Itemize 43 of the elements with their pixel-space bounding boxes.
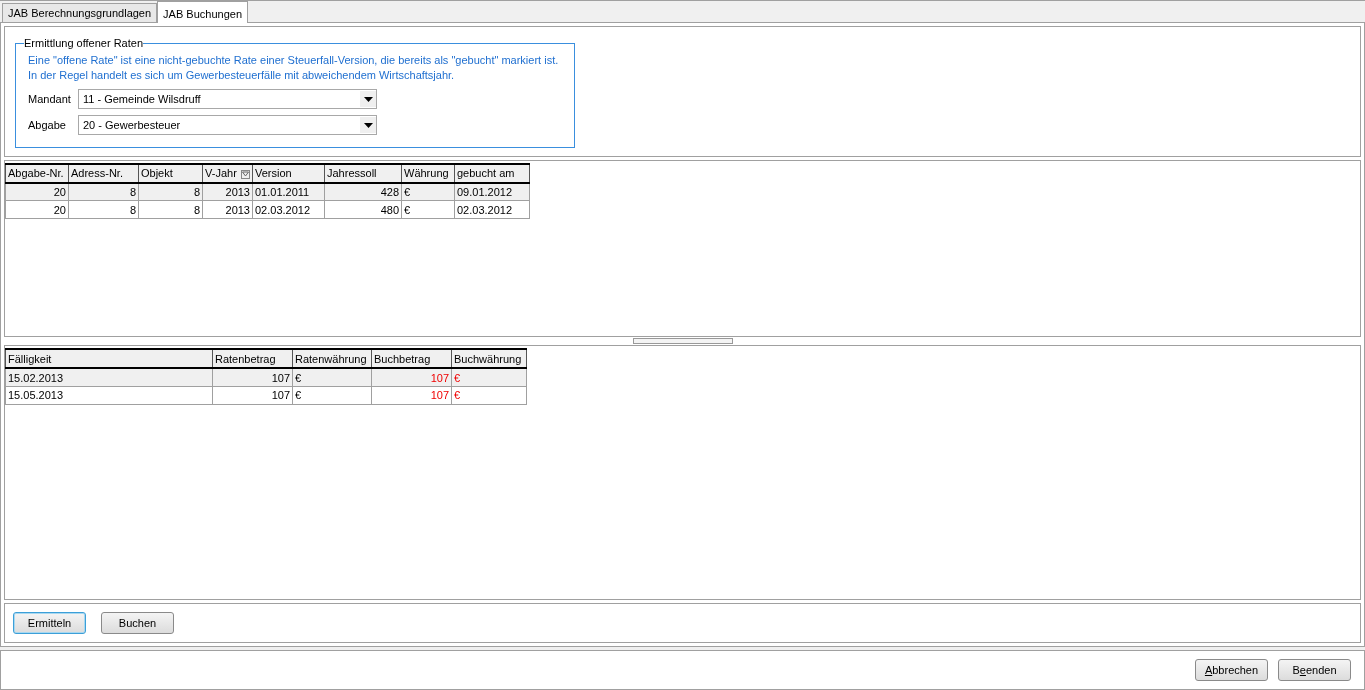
- table-cell: 02.03.2012: [252, 201, 325, 219]
- table-cell: €: [451, 386, 527, 405]
- column-header[interactable]: Ratenbetrag: [212, 349, 293, 369]
- table-cell: 2013: [202, 201, 253, 219]
- column-header[interactable]: Version: [252, 164, 325, 183]
- table-cell: €: [292, 386, 372, 405]
- tab[interactable]: JAB Buchungen: [157, 1, 248, 23]
- group-title: Ermittlung offener Raten: [24, 37, 144, 49]
- table-cell: 480: [324, 201, 402, 219]
- caret-icon: [363, 96, 373, 102]
- dropdown[interactable]: 11 - Gemeinde Wilsdruff: [78, 89, 377, 109]
- column-header[interactable]: Jahressoll: [324, 164, 402, 183]
- column-header[interactable]: Buchbetrag: [371, 349, 452, 369]
- filter-icon[interactable]: [241, 171, 249, 179]
- table-cell: 20: [5, 201, 69, 219]
- dropdown[interactable]: 20 - Gewerbesteuer: [78, 115, 377, 135]
- table-cell: 8: [68, 201, 139, 219]
- table-cell: 107: [212, 386, 293, 405]
- table-cell: 8: [138, 201, 203, 219]
- column-header[interactable]: Fälligkeit: [5, 349, 213, 369]
- action-button[interactable]: Buchen: [101, 612, 174, 635]
- info-text: Eine "offene Rate" ist eine nicht-gebuchte Rate einer Steuerfall-Version, die bereits als "gebucht" markiert ist.: [28, 53, 560, 68]
- caret-icon: [363, 122, 373, 128]
- column-header[interactable]: Objekt: [138, 164, 203, 183]
- column-header[interactable]: Buchwährung: [451, 349, 527, 369]
- table-cell: €: [401, 201, 455, 219]
- footer-button[interactable]: Beenden: [1278, 659, 1351, 681]
- splitter-handle[interactable]: [632, 337, 733, 344]
- field-label: Mandant: [28, 93, 72, 105]
- column-header[interactable]: Abgabe-Nr.: [5, 164, 69, 183]
- column-header[interactable]: V-Jahr: [202, 164, 253, 183]
- field-label: Abgabe: [28, 119, 67, 131]
- info-text: In der Regel handelt es sich um Gewerbesteuerfälle mit abweichendem Wirtschaftsjahr.: [28, 68, 456, 83]
- table-cell: 02.03.2012: [454, 201, 530, 219]
- column-header[interactable]: Währung: [401, 164, 455, 183]
- column-header[interactable]: gebucht am: [454, 164, 530, 183]
- tab[interactable]: JAB Berechnungsgrundlagen: [2, 3, 158, 22]
- column-header[interactable]: Adress-Nr.: [68, 164, 139, 183]
- footer-button[interactable]: Abbrechen: [1195, 659, 1268, 681]
- column-header[interactable]: Ratenwährung: [292, 349, 372, 369]
- table-cell: 15.05.2013: [5, 386, 213, 405]
- action-button[interactable]: Ermitteln: [13, 612, 86, 635]
- table-cell: 107: [371, 386, 452, 405]
